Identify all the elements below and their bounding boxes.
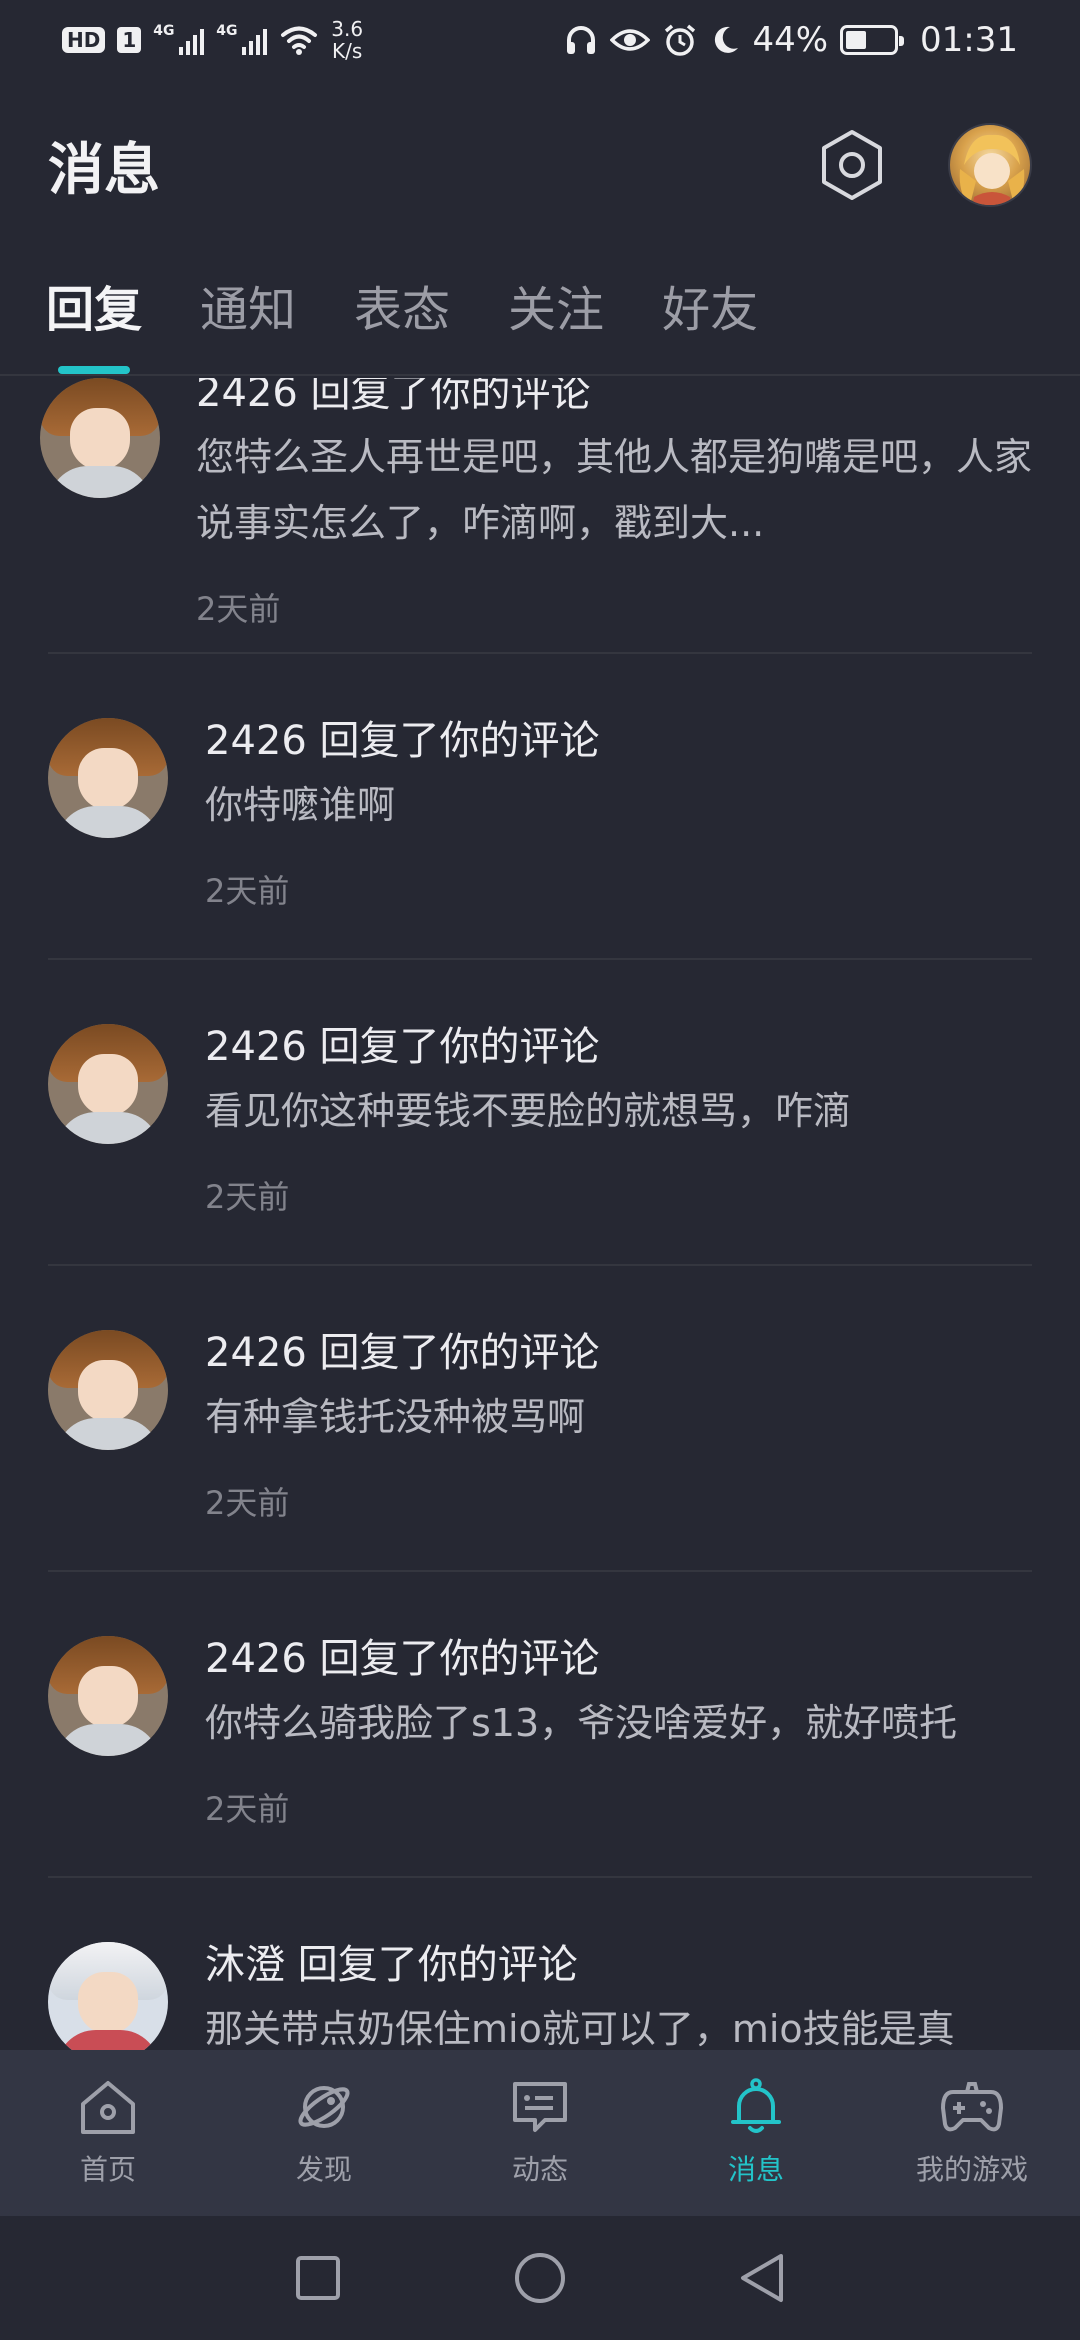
nav-label: 我的游戏 [915,2153,1028,2186]
user-avatar[interactable] [948,123,1032,207]
bottom-nav: 首页 发现 动态 消息 我的游戏 [0,2050,1080,2216]
message-body: 有种拿钱托没种被骂啊 [205,1395,586,1439]
message-body: 那关带点奶保住mio就可以了，mio技能是真 [205,2007,955,2050]
message-list-inner: 2426 回复了你的评论 您特么圣人再世是吧，其他人都是狗嘴是吧，人家说事实怎么… [0,378,1080,2050]
signal-icon: 4G [153,23,205,55]
avatar-art [959,134,1025,205]
wifi-icon [281,26,318,55]
tab-notifications[interactable]: 通知 [200,270,296,376]
list-item-content: 2426 回复了你的评论 您特么圣人再世是吧，其他人都是狗嘴是吧，人家说事实怎么… [196,378,1032,630]
message-list[interactable]: 2426 回复了你的评论 您特么圣人再世是吧，其他人都是狗嘴是吧，人家说事实怎么… [0,378,1080,2050]
list-item-content: 沐澄 回复了你的评论 那关带点奶保住mio就可以了，mio技能是真 [205,1934,1032,2050]
message-time: 2天前 [205,1484,290,1522]
nav-messages[interactable]: 消息 [656,2078,856,2188]
tab-friends[interactable]: 好友 [662,270,758,376]
message-time: 2天前 [196,590,281,628]
list-item-content: 2426 回复了你的评论 看见你这种要钱不要脸的就想骂，咋滴 2天前 [205,1016,1032,1218]
battery-percent: 44% [752,20,829,60]
message-time: 2天前 [205,1178,290,1216]
tab-replies[interactable]: 回复 [46,270,142,376]
message-title: 2426 回复了你的评论 [205,1330,600,1376]
gear-hexagon-icon [822,130,882,200]
network-speed: 3.6 K/s [331,18,363,62]
headphones-icon [567,26,596,54]
avatar[interactable] [40,378,160,498]
battery-icon [840,25,905,55]
eye-icon [610,29,651,51]
message-title: 2426 回复了你的评论 [196,378,591,416]
system-nav-bar [0,2216,1080,2340]
battery-fill [846,31,867,49]
page-title: 消息 [48,137,160,203]
signal-icon: 4G [216,23,268,55]
settings-button[interactable] [816,129,888,201]
status-right: 44% 01:31 [564,20,1018,60]
screen: HD 1 4G 4G 3.6 K/s 44% 01:31 消息 回复 通知 表态… [0,0,1080,2340]
list-item-content: 2426 回复了你的评论 你特嚒谁啊 2天前 [205,710,1032,912]
tab-bar: 回复 通知 表态 关注 好友 [0,270,1080,376]
message-title: 2426 回复了你的评论 [205,1636,600,1682]
message-title: 2426 回复了你的评论 [205,1024,600,1070]
message-title: 2426 回复了你的评论 [205,718,600,764]
avatar[interactable] [48,1636,168,1756]
list-item-content: 2426 回复了你的评论 有种拿钱托没种被骂啊 2天前 [205,1322,1032,1524]
nav-label: 首页 [79,2153,136,2186]
message-body: 您特么圣人再世是吧，其他人都是狗嘴是吧，人家说事实怎么了，咋滴啊，戳到大... [196,435,1032,545]
message-body: 看见你这种要钱不要脸的就想骂，咋滴 [205,1089,852,1133]
avatar[interactable] [48,1330,168,1450]
signal-label: 4G [153,23,175,39]
nav-discover[interactable]: 发现 [224,2078,424,2188]
header: 消息 [0,100,1080,230]
nav-label: 动态 [511,2153,568,2186]
list-item-content: 2426 回复了你的评论 你特么骑我脸了s13，爷没啥爱好，就好喷托 2天前 [205,1628,1032,1830]
header-actions [816,123,1032,207]
message-body: 你特么骑我脸了s13，爷没啥爱好，就好喷托 [205,1701,958,1745]
signal-label: 4G [216,23,238,39]
message-time: 2天前 [205,1790,290,1828]
list-item[interactable]: 2426 回复了你的评论 你特嚒谁啊 2天前 [48,654,1032,960]
message-time: 2天前 [205,872,290,910]
chat-bubble-icon [513,2082,567,2132]
bell-icon [731,2078,781,2133]
status-bar: HD 1 4G 4G 3.6 K/s 44% 01:31 [0,0,1080,80]
nav-my-games[interactable]: 我的游戏 [872,2078,1072,2188]
planet-icon [298,2086,350,2128]
avatar[interactable] [48,718,168,838]
speed-value: 3.6 [331,17,364,41]
sim-badge: 1 [117,27,142,53]
tab-reactions[interactable]: 表态 [354,270,450,376]
message-body: 你特嚒谁啊 [205,783,396,827]
list-item[interactable]: 2426 回复了你的评论 看见你这种要钱不要脸的就想骂，咋滴 2天前 [48,960,1032,1266]
nav-home[interactable]: 首页 [8,2078,208,2188]
clock: 01:31 [920,20,1018,60]
message-title: 沐澄 回复了你的评论 [205,1942,578,1988]
recent-apps-icon[interactable] [293,2253,343,2303]
status-left: HD 1 4G 4G 3.6 K/s [62,18,363,62]
nav-label: 消息 [727,2153,784,2186]
home-icon [81,2081,135,2134]
back-triangle-icon[interactable] [737,2251,787,2305]
gamepad-icon [941,2082,1003,2132]
list-item[interactable]: 2426 回复了你的评论 您特么圣人再世是吧，其他人都是狗嘴是吧，人家说事实怎么… [40,378,1032,654]
tab-follows[interactable]: 关注 [508,270,604,376]
moon-icon [715,26,739,53]
alarm-icon [665,24,696,56]
list-item[interactable]: 沐澄 回复了你的评论 那关带点奶保住mio就可以了，mio技能是真 [48,1878,1032,2050]
hd-badge: HD [62,27,106,53]
speed-unit: K/s [332,39,363,63]
avatar[interactable] [48,1024,168,1144]
avatar[interactable] [48,1942,168,2050]
list-item[interactable]: 2426 回复了你的评论 你特么骑我脸了s13，爷没啥爱好，就好喷托 2天前 [48,1572,1032,1878]
home-circle-icon[interactable] [513,2251,567,2305]
nav-feed[interactable]: 动态 [440,2078,640,2188]
list-item[interactable]: 2426 回复了你的评论 有种拿钱托没种被骂啊 2天前 [48,1266,1032,1572]
nav-label: 发现 [295,2153,352,2186]
